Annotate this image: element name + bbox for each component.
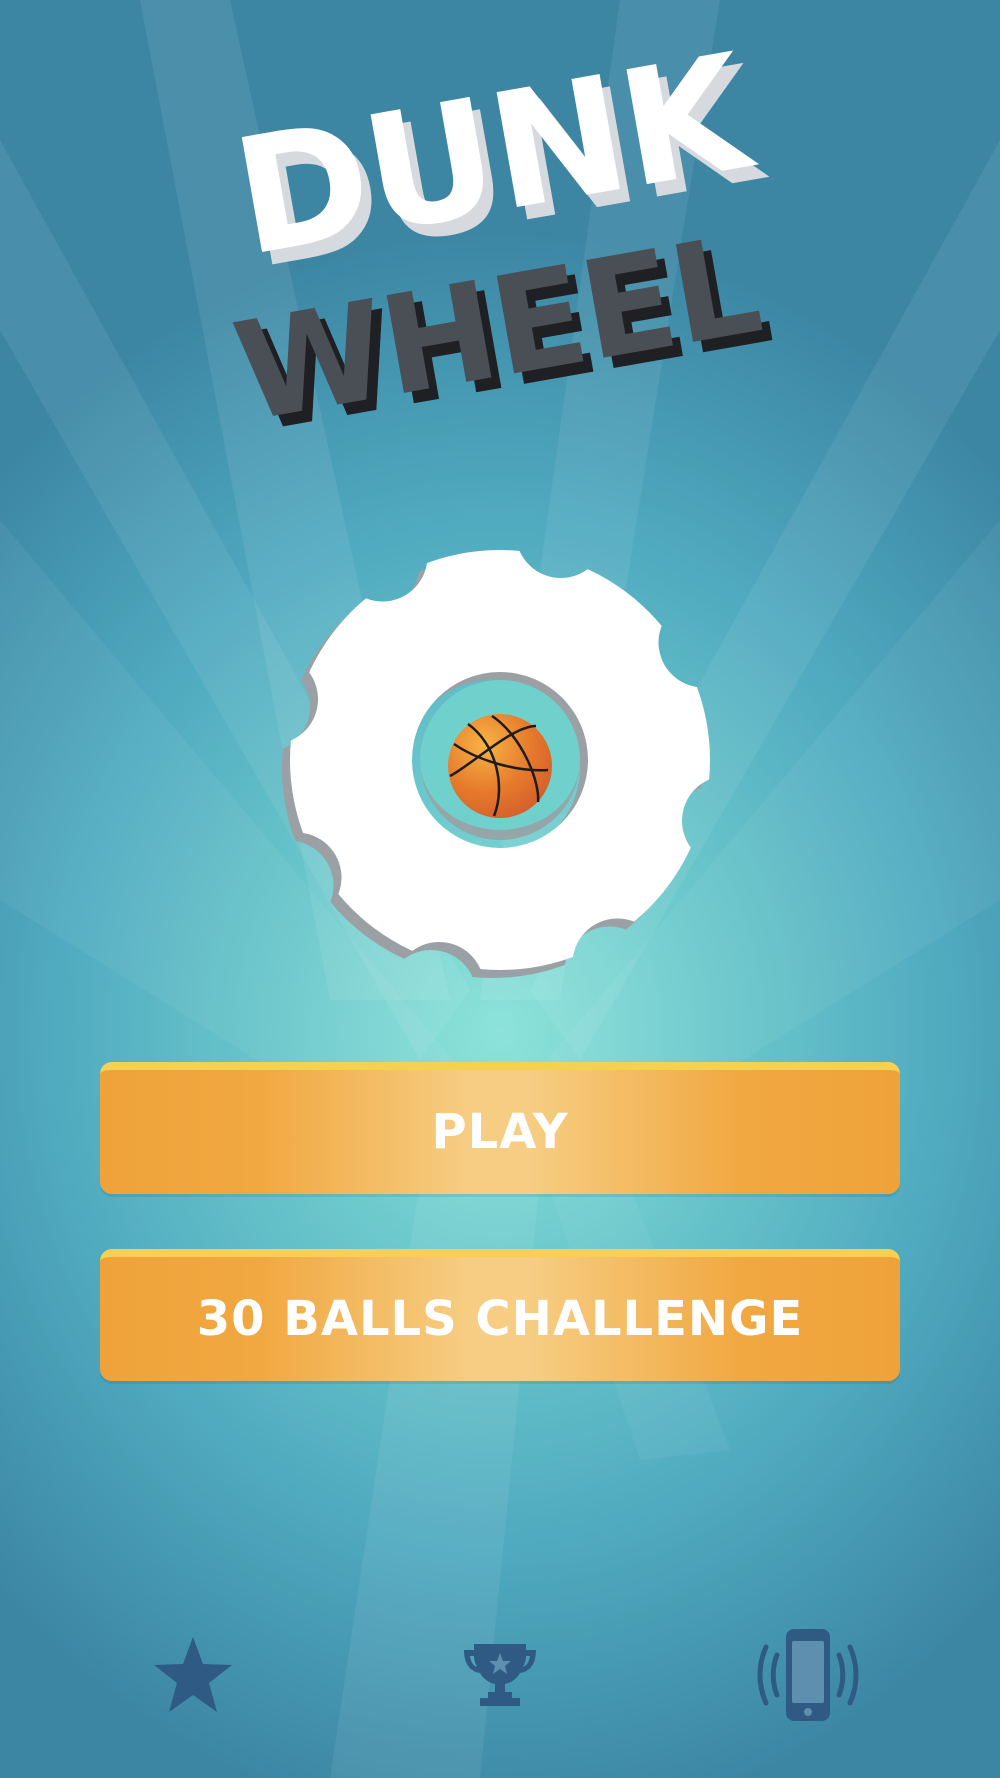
challenge-button-label: 30 BALLS CHALLENGE bbox=[196, 1291, 804, 1347]
dunk-wheel[interactable] bbox=[270, 530, 730, 990]
basketball-icon bbox=[448, 714, 552, 818]
star-icon bbox=[154, 1637, 232, 1712]
challenge-button[interactable]: 30 BALLS CHALLENGE bbox=[100, 1249, 900, 1381]
rate-button[interactable] bbox=[133, 1620, 253, 1730]
game-screen: DUNK DUNK WHEEL WHEEL PLAY 30 BALLS CHAL… bbox=[0, 0, 1000, 1778]
game-title: DUNK DUNK WHEEL WHEEL bbox=[222, 18, 780, 464]
vibration-toggle-button[interactable] bbox=[748, 1620, 868, 1730]
leaderboard-button[interactable] bbox=[440, 1620, 560, 1730]
trophy-icon bbox=[464, 1644, 536, 1706]
play-button[interactable]: PLAY bbox=[100, 1062, 900, 1194]
vibration-phone-icon bbox=[757, 1629, 859, 1721]
play-button-label: PLAY bbox=[431, 1104, 569, 1160]
